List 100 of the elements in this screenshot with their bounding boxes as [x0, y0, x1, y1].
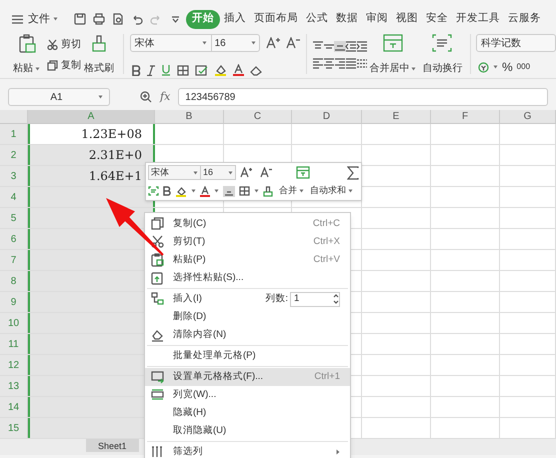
- eraser-icon[interactable]: [151, 328, 164, 342]
- menu-item[interactable]: 复制(C) Ctrl+C: [145, 215, 350, 233]
- italic-icon[interactable]: [146, 64, 155, 76]
- copy-icon[interactable]: [47, 60, 58, 71]
- borders-icon[interactable]: [239, 186, 250, 196]
- fill-color-icon[interactable]: [214, 64, 227, 76]
- file-menu[interactable]: 文件: [26, 10, 60, 28]
- clipboard-icon[interactable]: [151, 253, 164, 267]
- caret-icon[interactable]: [202, 41, 207, 45]
- scissors-icon[interactable]: [151, 235, 164, 249]
- undo-icon[interactable]: [131, 13, 143, 25]
- fill-color-icon[interactable]: [175, 186, 187, 197]
- decrease-font-icon[interactable]: [286, 37, 300, 49]
- brush-icon[interactable]: [90, 34, 108, 54]
- caret-icon[interactable]: [193, 170, 198, 175]
- copy-button[interactable]: 复制: [47, 58, 81, 73]
- ribbon-tab[interactable]: 安全: [422, 10, 452, 28]
- column-header[interactable]: B: [155, 110, 224, 123]
- font-color-icon[interactable]: [232, 64, 244, 76]
- merge-cells-icon[interactable]: [296, 166, 310, 180]
- menu-item[interactable]: 粘贴(P) Ctrl+V: [145, 251, 350, 269]
- caret-icon[interactable]: [228, 170, 233, 175]
- caret-icon[interactable]: [98, 95, 103, 99]
- clipboard-icon[interactable]: [151, 271, 164, 285]
- thousands-button[interactable]: 000: [516, 63, 530, 71]
- menu-item[interactable]: 批量处理单元格(P): [145, 347, 350, 365]
- ribbon-tab[interactable]: 公式: [302, 10, 332, 28]
- wrap-text-icon[interactable]: [432, 34, 452, 52]
- caret-icon[interactable]: [35, 66, 40, 70]
- chevron-right-icon[interactable]: [336, 449, 340, 455]
- caret-icon[interactable]: [250, 41, 256, 45]
- caret-icon[interactable]: [254, 189, 259, 194]
- caret-icon[interactable]: [53, 17, 58, 21]
- name-box[interactable]: A1: [8, 88, 110, 106]
- font-color-icon[interactable]: [200, 186, 210, 197]
- bold-icon[interactable]: [163, 186, 171, 196]
- print-icon[interactable]: [93, 13, 105, 25]
- menu-item[interactable]: 清除内容(N): [145, 326, 350, 344]
- save-icon[interactable]: [74, 13, 86, 25]
- caret-icon[interactable]: [348, 189, 353, 194]
- distributed-icon[interactable]: [356, 58, 368, 69]
- customize-icon[interactable]: [171, 15, 180, 23]
- ribbon-tab[interactable]: 页面布局: [250, 10, 302, 28]
- format-cells-icon[interactable]: [151, 370, 164, 384]
- align-center-icon[interactable]: [323, 58, 336, 69]
- sum-icon[interactable]: [347, 166, 359, 180]
- column-header[interactable]: E: [362, 110, 431, 123]
- clipboard-icon[interactable]: [18, 34, 36, 54]
- wrap-text-icon[interactable]: [148, 186, 159, 196]
- menu-item[interactable]: 插入(I) 列数: 1: [145, 290, 350, 308]
- merge-button[interactable]: 合并: [279, 184, 304, 198]
- decrease-font-icon[interactable]: [260, 167, 272, 178]
- function-icon[interactable]: fx: [160, 88, 170, 106]
- formula-input[interactable]: 123456789: [178, 88, 548, 106]
- scissors-icon[interactable]: [47, 39, 58, 50]
- font-combo[interactable]: 宋体 16: [130, 34, 260, 52]
- format-painter-button[interactable]: 格式刷: [81, 34, 117, 76]
- underline-icon[interactable]: [160, 64, 171, 76]
- menu-item[interactable]: 取消隐藏(U): [145, 422, 350, 440]
- insert-icon[interactable]: [151, 292, 164, 306]
- caret-icon[interactable]: [191, 189, 196, 194]
- cell-style-icon[interactable]: [194, 64, 208, 76]
- merge-cells-icon[interactable]: [382, 34, 403, 52]
- print-preview-icon[interactable]: [112, 13, 124, 25]
- eraser-icon[interactable]: [250, 64, 262, 76]
- ribbon-tab[interactable]: 开发工具: [452, 10, 504, 28]
- increase-indent-icon[interactable]: [356, 41, 368, 52]
- ribbon-tab[interactable]: 视图: [392, 10, 422, 28]
- caret-icon[interactable]: [411, 66, 416, 70]
- caret-icon[interactable]: [214, 189, 219, 194]
- copy-icon[interactable]: [151, 217, 164, 231]
- wrap-text-button[interactable]: 自动换行: [419, 34, 466, 76]
- increase-font-icon[interactable]: [266, 37, 280, 49]
- justify-icon[interactable]: [344, 58, 357, 69]
- borders-icon[interactable]: [176, 64, 189, 76]
- spinner-arrows-icon[interactable]: [333, 293, 339, 305]
- columns-icon[interactable]: [151, 445, 164, 458]
- ribbon-tab[interactable]: 数据: [332, 10, 362, 28]
- menu-item[interactable]: 列宽(W)...: [145, 386, 350, 404]
- column-header[interactable]: C: [224, 110, 292, 123]
- ribbon-tab[interactable]: 插入: [220, 10, 250, 28]
- increase-font-icon[interactable]: [240, 167, 252, 178]
- align-bottom-icon[interactable]: [223, 186, 235, 197]
- column-header[interactable]: G: [500, 110, 556, 123]
- align-right-icon[interactable]: [334, 58, 346, 69]
- menu-item[interactable]: 筛选列: [145, 443, 350, 458]
- column-header[interactable]: F: [431, 110, 500, 123]
- zoom-icon[interactable]: [140, 91, 152, 103]
- bold-icon[interactable]: [132, 64, 141, 76]
- brush-icon[interactable]: [263, 186, 273, 197]
- menu-item[interactable]: 剪切(T) Ctrl+X: [145, 233, 350, 251]
- column-count-field[interactable]: 1: [290, 292, 340, 306]
- ribbon-tab[interactable]: 云服务: [504, 10, 545, 28]
- autosum-button[interactable]: 自动求和: [310, 184, 353, 198]
- menu-icon[interactable]: [12, 14, 23, 24]
- percent-button[interactable]: %: [502, 58, 513, 76]
- paste-button[interactable]: 粘贴: [10, 34, 43, 76]
- caret-icon[interactable]: [299, 189, 304, 194]
- merge-center-button[interactable]: 合并居中: [366, 34, 420, 76]
- sheet-tab[interactable]: Sheet1: [86, 439, 139, 452]
